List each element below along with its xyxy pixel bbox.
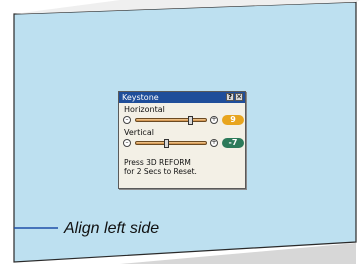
vertical-slider-row: – + -7 bbox=[123, 138, 244, 148]
horizontal-slider-row: – + 9 bbox=[123, 115, 244, 125]
vertical-slider-track[interactable] bbox=[135, 139, 207, 148]
reset-hint-text: Press 3D REFORM for 2 Secs to Reset. bbox=[124, 158, 197, 176]
caption-label: Align left side bbox=[64, 220, 160, 237]
horizontal-slider-track[interactable] bbox=[135, 116, 207, 125]
vertical-label: Vertical bbox=[124, 128, 154, 137]
vertical-increase-icon[interactable]: + bbox=[210, 139, 218, 147]
horizontal-increase-icon[interactable]: + bbox=[210, 116, 218, 124]
dialog-title: Keystone bbox=[122, 93, 159, 102]
vertical-slider-thumb[interactable] bbox=[164, 139, 170, 148]
help-button[interactable]: ? bbox=[226, 93, 234, 101]
horizontal-slider-thumb[interactable] bbox=[188, 116, 194, 125]
horizontal-decrease-icon[interactable]: – bbox=[123, 116, 131, 124]
vertical-decrease-icon[interactable]: – bbox=[123, 139, 131, 147]
keystone-dialog: Keystone ? ✕ Horizontal – + 9 Vertical –… bbox=[118, 91, 246, 189]
close-button[interactable]: ✕ bbox=[235, 93, 243, 101]
horizontal-value: 9 bbox=[222, 115, 244, 125]
dialog-title-bar: Keystone ? ✕ bbox=[119, 92, 245, 103]
vertical-value: -7 bbox=[222, 138, 244, 148]
horizontal-label: Horizontal bbox=[124, 105, 165, 114]
